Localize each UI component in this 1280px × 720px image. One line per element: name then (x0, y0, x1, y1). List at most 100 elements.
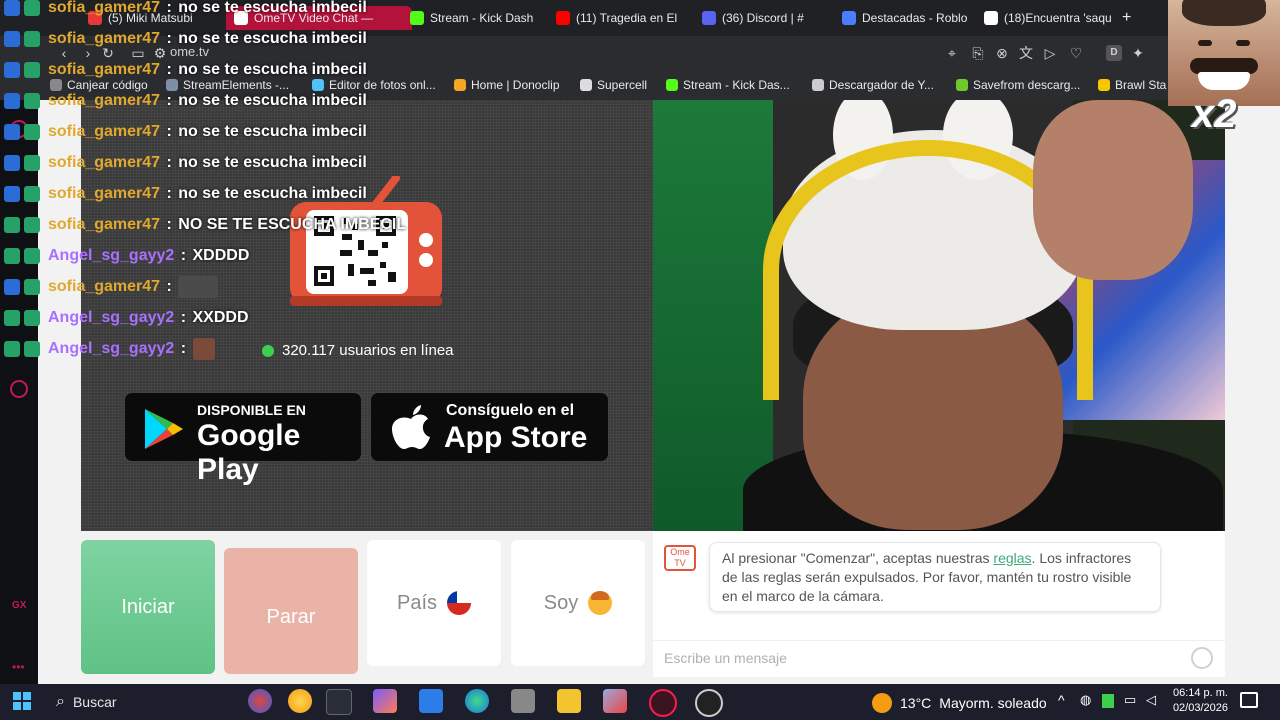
app-store-button[interactable]: Consíguelo en el App Store (370, 392, 609, 462)
chat-line: sofia_gamer47 : no se te escucha imbecil (0, 25, 367, 53)
side-settings-icon[interactable] (10, 380, 28, 398)
gx-icon[interactable]: GX (12, 600, 26, 611)
bookmark-item[interactable]: Brawl Sta (1098, 77, 1166, 93)
chat-badge-icon (4, 186, 20, 202)
message-placeholder: Escribe un mensaje (664, 650, 787, 666)
bookmark-item[interactable]: Savefrom descarg... (956, 77, 1080, 93)
chat-badge-icon (24, 248, 40, 264)
tab-label: (36) Discord | # (722, 11, 804, 25)
edge-icon[interactable] (465, 689, 489, 713)
apple-icon (392, 405, 430, 449)
clock-date: 02/03/2026 (1172, 702, 1228, 714)
chat-separator: : (162, 92, 177, 109)
bookmark-label: Savefrom descarg... (973, 78, 1081, 92)
chat-separator: : (162, 216, 177, 233)
chat-separator: : (162, 0, 177, 16)
chat-username: sofia_gamer47 (48, 92, 161, 109)
person-hand (1033, 100, 1193, 280)
chat-username: Angel_sg_gayy2 (48, 247, 175, 264)
security-icon[interactable]: ◍ (1080, 692, 1091, 708)
windows-start-icon[interactable] (13, 692, 31, 710)
chat-username: sofia_gamer47 (48, 0, 161, 16)
chat-separator: : (162, 123, 177, 140)
chat-badge-icon (4, 124, 20, 140)
translate-icon[interactable]: 文 (1018, 45, 1034, 61)
chat-username: sofia_gamer47 (48, 216, 161, 233)
online-dot-icon (262, 344, 274, 357)
chat-emote-icon (192, 338, 215, 360)
opera-gx-icon[interactable] (649, 689, 677, 717)
app-store-small-text: Consíguelo en el (446, 402, 575, 419)
extensions-icon[interactable]: ✦ (1130, 45, 1146, 61)
browser-tab[interactable]: (36) Discord | # (694, 6, 850, 30)
chat-badge-icon (24, 31, 40, 47)
bookmark-item[interactable]: Stream - Kick Das... (666, 77, 790, 93)
chat-message: NO SE TE ESCUCHA IMBECIL (178, 216, 407, 233)
taskbar-clock[interactable]: 06:14 p. m. 02/03/2026 (1168, 686, 1228, 716)
browser-tab[interactable]: (18)Encuentra 'saqu (976, 6, 1122, 30)
chat-separator: : (176, 309, 191, 326)
notifications-icon[interactable] (1240, 692, 1258, 708)
chat-username: sofia_gamer47 (48, 278, 161, 295)
chat-line: Angel_sg_gayy2 : XXDDD (0, 304, 249, 332)
file-explorer-icon[interactable] (557, 689, 581, 713)
task-view-icon[interactable] (326, 689, 352, 715)
start-button[interactable]: Iniciar (81, 540, 215, 674)
meme-eye-right (1236, 40, 1250, 46)
emoji-icon[interactable] (1191, 647, 1213, 669)
bookmark-favicon-icon (666, 79, 678, 91)
app-icon-2[interactable] (603, 689, 627, 713)
new-tab-button[interactable]: + (1114, 6, 1139, 30)
stop-button[interactable]: Parar (224, 548, 358, 674)
chat-badge-icon (4, 217, 20, 233)
chat-badge-icon (4, 0, 20, 16)
taskbar-sun-icon[interactable] (288, 689, 312, 713)
google-play-button[interactable]: DISPONIBLE EN Google Play (124, 392, 362, 486)
start-label: Iniciar (121, 595, 175, 618)
taskbar-app-icon[interactable] (248, 689, 272, 713)
battery-icon[interactable] (1102, 694, 1114, 708)
bookmark-label: Brawl Sta (1115, 78, 1167, 92)
weather-widget[interactable]: 13°C Mayorm. soleado (872, 693, 1047, 713)
chat-line: sofia_gamer47 : NO SE TE ESCUCHA IMBECIL (0, 211, 406, 239)
browser-tab[interactable]: Destacadas - Roblo (834, 6, 990, 30)
rules-link[interactable]: reglas (993, 550, 1031, 566)
bookmark-favicon-icon (1098, 79, 1110, 91)
screenshot-icon[interactable]: ⎘ (970, 45, 986, 61)
shield-icon[interactable]: ⊗ (994, 45, 1010, 61)
more-icon[interactable]: ••• (12, 660, 25, 674)
soy-label: Soy (543, 591, 579, 614)
mic-app-icon[interactable] (511, 689, 535, 713)
chat-badge-icon (24, 62, 40, 78)
chat-username: Angel_sg_gayy2 (48, 340, 175, 357)
meme-hair (1182, 0, 1266, 26)
pin-icon[interactable]: ⌖ (944, 45, 960, 61)
chat-emote-icon (178, 276, 219, 298)
stop-label: Parar (266, 605, 316, 628)
network-icon[interactable]: ▭ (1124, 692, 1136, 708)
chat-badge-icon (24, 0, 40, 16)
bookmark-item[interactable]: Descargador de Y... (812, 77, 934, 93)
chat-line: sofia_gamer47 : no se te escucha imbecil (0, 180, 367, 208)
country-button[interactable]: País (367, 540, 501, 666)
store-icon[interactable] (419, 689, 443, 713)
google-play-icon (145, 409, 183, 449)
obs-icon[interactable] (695, 689, 723, 717)
boy-face-icon (588, 591, 613, 615)
chat-separator: : (176, 340, 191, 357)
play-icon[interactable]: ▷ (1042, 45, 1058, 61)
volume-icon[interactable]: ◁ (1146, 692, 1156, 708)
chevron-up-icon[interactable]: ^ (1058, 692, 1065, 708)
search-icon: ⌕ (56, 693, 65, 710)
tab-favicon-icon (842, 11, 856, 25)
chat-message: no se te escucha imbecil (178, 185, 367, 202)
bookmark-label: Stream - Kick Das... (683, 78, 790, 92)
gender-button[interactable]: Soy (511, 540, 645, 666)
copilot-icon[interactable] (373, 689, 397, 713)
tab-favicon-icon (984, 11, 998, 25)
extension-d-icon[interactable]: D (1106, 45, 1122, 61)
app-store-big-text: App Store (444, 421, 588, 454)
heart-icon[interactable]: ♡ (1068, 45, 1084, 61)
multiplier-badge: x2 (1192, 92, 1237, 136)
chat-line: sofia_gamer47 : no se te escucha imbecil (0, 87, 367, 115)
